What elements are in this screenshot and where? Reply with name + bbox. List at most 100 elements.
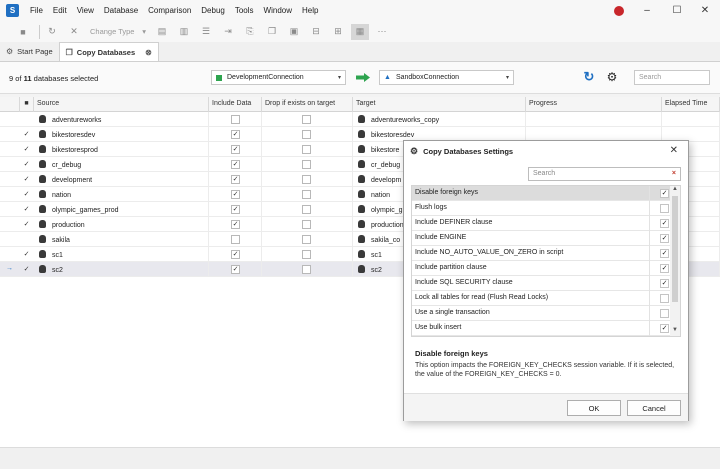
- menu-file[interactable]: File: [25, 6, 48, 15]
- option-row[interactable]: Disable foreign keys ✓: [412, 186, 671, 201]
- stop-icon[interactable]: ■: [14, 24, 32, 40]
- cancel-button[interactable]: Cancel: [627, 400, 681, 416]
- row-select-checkbox[interactable]: ✓: [22, 190, 31, 199]
- scrollbar-thumb[interactable]: [672, 196, 678, 302]
- format-icon[interactable]: ▤: [153, 24, 171, 40]
- export-icon[interactable]: ⊞: [329, 24, 347, 40]
- header-select-all[interactable]: ■: [20, 97, 34, 112]
- refresh-toolbar-icon[interactable]: ↻: [43, 24, 61, 40]
- row-select-checkbox[interactable]: ✓: [22, 160, 31, 169]
- row-select-checkbox[interactable]: ✓: [22, 220, 31, 229]
- menu-tools[interactable]: Tools: [230, 6, 259, 15]
- header-progress[interactable]: Progress: [526, 97, 662, 112]
- option-checkbox[interactable]: [660, 294, 669, 303]
- option-checkbox[interactable]: [660, 204, 669, 213]
- option-checkbox[interactable]: [660, 309, 669, 318]
- drop-if-exists-checkbox[interactable]: [302, 190, 311, 199]
- drop-if-exists-checkbox[interactable]: [302, 265, 311, 274]
- table-row[interactable]: adventureworks adventureworks_copy: [0, 112, 720, 127]
- option-checkbox[interactable]: ✓: [660, 279, 669, 288]
- drop-if-exists-checkbox[interactable]: [302, 235, 311, 244]
- option-checkbox[interactable]: ✓: [660, 249, 669, 258]
- menu-window[interactable]: Window: [259, 6, 297, 15]
- source-connection-select[interactable]: DevelopmentConnection ▾: [211, 70, 346, 85]
- more-icon[interactable]: ⋯: [373, 24, 391, 40]
- drop-if-exists-checkbox[interactable]: [302, 130, 311, 139]
- menu-view[interactable]: View: [72, 6, 99, 15]
- align-icon[interactable]: ☰: [197, 24, 215, 40]
- option-checkbox[interactable]: ✓: [660, 189, 669, 198]
- drop-if-exists-checkbox[interactable]: [302, 205, 311, 214]
- row-select-checkbox[interactable]: ✓: [22, 265, 31, 274]
- maximize-button[interactable]: ☐: [662, 0, 692, 21]
- include-data-checkbox[interactable]: ✓: [231, 190, 240, 199]
- option-row[interactable]: Use bulk insert ✓: [412, 321, 671, 336]
- row-select-checkbox[interactable]: ✓: [22, 175, 31, 184]
- option-row[interactable]: Include NO_AUTO_VALUE_ON_ZERO in script ✓: [412, 246, 671, 261]
- target-cell[interactable]: adventureworks_copy: [353, 112, 526, 127]
- include-data-checkbox[interactable]: ✓: [231, 160, 240, 169]
- tab-copy-databases[interactable]: ❐ Copy Databases ⊗: [58, 42, 159, 61]
- drop-if-exists-checkbox[interactable]: [302, 220, 311, 229]
- option-row[interactable]: Include DEFINER clause ✓: [412, 216, 671, 231]
- menu-comparison[interactable]: Comparison: [143, 6, 196, 15]
- app-logo-icon[interactable]: S: [6, 4, 19, 17]
- bookmark-icon[interactable]: ⎘: [241, 24, 259, 40]
- link-icon[interactable]: ⊟: [307, 24, 325, 40]
- header-source[interactable]: Source: [34, 97, 209, 112]
- change-type-dropdown[interactable]: Change Type ▾: [87, 24, 149, 39]
- include-data-checkbox[interactable]: ✓: [231, 250, 240, 259]
- option-checkbox[interactable]: ✓: [660, 219, 669, 228]
- refresh-icon[interactable]: ↻: [582, 69, 596, 84]
- header-drop-if-exists[interactable]: Drop if exists on target: [262, 97, 353, 112]
- menu-edit[interactable]: Edit: [48, 6, 72, 15]
- comment-icon[interactable]: ▥: [175, 24, 193, 40]
- header-elapsed-time[interactable]: Elapsed Time: [662, 97, 720, 112]
- drop-if-exists-checkbox[interactable]: [302, 145, 311, 154]
- option-row[interactable]: Include partition clause ✓: [412, 261, 671, 276]
- settings-gear-icon[interactable]: ⚙: [605, 70, 619, 84]
- include-data-checkbox[interactable]: ✓: [231, 130, 240, 139]
- ok-button[interactable]: OK: [567, 400, 621, 416]
- option-checkbox[interactable]: ✓: [660, 264, 669, 273]
- search-input[interactable]: Search: [634, 70, 710, 85]
- minimize-button[interactable]: –: [632, 0, 662, 21]
- option-row[interactable]: Include ENGINE ✓: [412, 231, 671, 246]
- option-row[interactable]: Lock all tables for read (Flush Read Loc…: [412, 291, 671, 306]
- tab-start-page[interactable]: ⚙ Start Page: [0, 42, 59, 61]
- layout-icon[interactable]: ▦: [351, 23, 369, 40]
- notification-icon[interactable]: [614, 6, 624, 16]
- row-select-checkbox[interactable]: ✓: [22, 250, 31, 259]
- header-target[interactable]: Target: [353, 97, 526, 112]
- dialog-search-input[interactable]: Search ×: [528, 167, 681, 181]
- menu-help[interactable]: Help: [297, 6, 323, 15]
- include-data-checkbox[interactable]: ✓: [231, 205, 240, 214]
- option-row[interactable]: Flush logs: [412, 201, 671, 216]
- indent-icon[interactable]: ⇥: [219, 24, 237, 40]
- clear-search-icon[interactable]: ×: [672, 170, 676, 177]
- option-checkbox[interactable]: ✓: [660, 324, 669, 333]
- header-include-data[interactable]: Include Data: [209, 97, 262, 112]
- include-data-checkbox[interactable]: ✓: [231, 220, 240, 229]
- option-checkbox[interactable]: ✓: [660, 234, 669, 243]
- option-row[interactable]: Include SQL SECURITY clause ✓: [412, 276, 671, 291]
- include-data-checkbox[interactable]: [231, 115, 240, 124]
- row-select-checkbox[interactable]: ✓: [22, 205, 31, 214]
- include-data-checkbox[interactable]: ✓: [231, 265, 240, 274]
- scroll-up-icon[interactable]: ▲: [670, 186, 680, 195]
- row-select-checkbox[interactable]: [22, 115, 31, 124]
- row-select-checkbox[interactable]: ✓: [22, 130, 31, 139]
- include-data-checkbox[interactable]: ✓: [231, 175, 240, 184]
- menu-database[interactable]: Database: [99, 6, 143, 15]
- scroll-down-icon[interactable]: ▼: [670, 327, 680, 336]
- menu-debug[interactable]: Debug: [196, 6, 230, 15]
- include-data-checkbox[interactable]: ✓: [231, 145, 240, 154]
- drop-if-exists-checkbox[interactable]: [302, 175, 311, 184]
- row-select-checkbox[interactable]: ✓: [22, 145, 31, 154]
- close-window-button[interactable]: ✕: [690, 0, 720, 21]
- drop-if-exists-checkbox[interactable]: [302, 115, 311, 124]
- drop-if-exists-checkbox[interactable]: [302, 160, 311, 169]
- copy-icon[interactable]: ❐: [263, 24, 281, 40]
- include-data-checkbox[interactable]: [231, 235, 240, 244]
- row-select-checkbox[interactable]: [22, 235, 31, 244]
